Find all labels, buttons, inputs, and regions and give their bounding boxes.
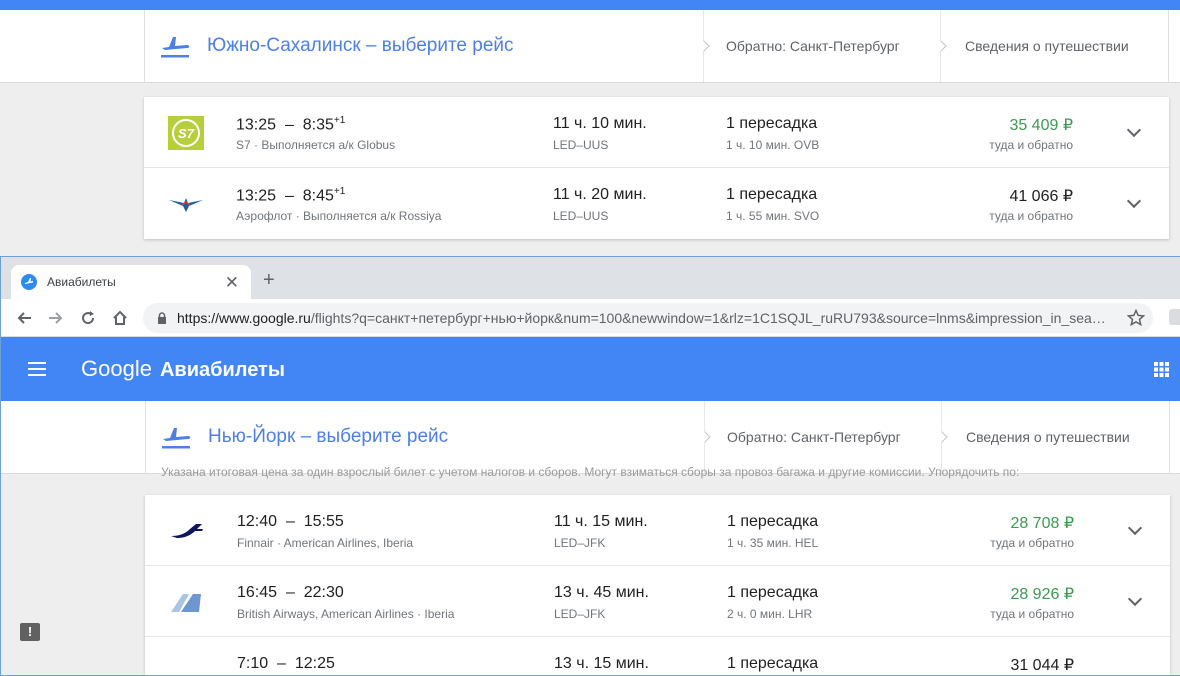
tab-strip: Авиабилеты ✕ + [1, 257, 1180, 299]
expand-chevron-icon[interactable] [1126, 193, 1142, 209]
reload-icon[interactable] [77, 307, 99, 329]
back-step-destination[interactable]: Южно-Сахалинск – выберите рейс [159, 10, 514, 82]
flight-times: 13:25 – 8:35+1 [236, 115, 346, 134]
front-details-label: Сведения о путешествии [966, 429, 1130, 445]
flight-duration: 11 ч. 15 мин. [554, 513, 648, 530]
lock-icon [158, 312, 166, 324]
flight-airline: Аэрофлот · Выполняется а/к Rossiya [236, 209, 442, 223]
chevron-right-icon [699, 431, 711, 443]
flight-row[interactable]: S7 13:25 – 8:35+1 S7 · Выполняется а/к G… [144, 97, 1169, 168]
front-step-return[interactable]: Обратно: Санкт-Петербург [699, 401, 941, 473]
url-text: https://www.google.ru/flights?q=санкт+пе… [177, 310, 1106, 326]
flight-route: LED–UUS [553, 209, 609, 223]
flight-times: 16:45 – 22:30 [237, 584, 344, 601]
back-flight-list: S7 13:25 – 8:35+1 S7 · Выполняется а/к G… [144, 97, 1169, 239]
home-icon[interactable] [109, 307, 131, 329]
tab-flights[interactable]: Авиабилеты ✕ [11, 265, 251, 299]
flight-layover: 1 ч. 10 мин. OVB [726, 138, 820, 152]
front-step-destination[interactable]: Нью-Йорк – выберите рейс [160, 401, 448, 473]
flight-price: 28 926 ₽ [1010, 586, 1074, 603]
flight-layover: 1 ч. 55 мин. SVO [726, 209, 820, 223]
back-return-label: Обратно: Санкт-Петербург [726, 38, 900, 54]
expand-chevron-icon[interactable] [1127, 520, 1143, 536]
flight-stops: 1 пересадка [726, 115, 818, 132]
finnair-logo [167, 513, 207, 549]
menu-icon[interactable] [28, 362, 46, 376]
back-destination-title: Южно-Сахалинск – выберите рейс [207, 35, 514, 56]
front-progress-header: Нью-Йорк – выберите рейс Обратно: Санкт-… [1, 401, 1180, 474]
price-note: туда и обратно [989, 209, 1073, 223]
flight-duration: 11 ч. 10 мин. [553, 115, 647, 132]
british-airways-logo [167, 584, 207, 620]
price-note: туда и обратно [990, 536, 1074, 550]
apps-grid-icon[interactable] [1154, 362, 1169, 377]
new-tab-icon[interactable]: + [263, 269, 275, 292]
back-step-details[interactable]: Сведения о путешествии [935, 10, 1170, 82]
expand-chevron-icon[interactable] [1127, 591, 1143, 607]
aeroflot-logo [166, 186, 206, 222]
front-flight-list: 12:40 – 15:55 Finnair · American Airline… [145, 495, 1170, 675]
browser-window: Авиабилеты ✕ + https://www.google.ru/fli… [0, 256, 1180, 676]
back-step-return[interactable]: Обратно: Санкт-Петербург [698, 10, 940, 82]
flight-times: 12:40 – 15:55 [237, 513, 344, 530]
front-step-details[interactable]: Сведения о путешествии [936, 401, 1171, 473]
close-icon[interactable]: ✕ [225, 273, 239, 293]
expand-chevron-icon[interactable] [1126, 122, 1142, 138]
front-progress-card: Нью-Йорк – выберите рейс Обратно: Санкт-… [145, 401, 1170, 473]
forward-arrow-icon[interactable] [45, 307, 67, 329]
flight-stops: 1 пересадка [727, 513, 819, 530]
app-header: Google Авиабилеты [1, 337, 1180, 401]
price-note: туда и обратно [989, 138, 1073, 152]
tab-title: Авиабилеты [47, 275, 116, 289]
back-progress-header: Южно-Сахалинск – выберите рейс Обратно: … [0, 10, 1180, 83]
background-window-topbar [0, 0, 1180, 10]
chevron-right-icon [698, 40, 710, 52]
back-arrow-icon[interactable] [13, 307, 35, 329]
price-note: туда и обратно [990, 607, 1074, 621]
flight-price: 28 708 ₽ [1010, 515, 1074, 532]
flight-layover: 2 ч. 0 мин. LHR [727, 607, 813, 621]
address-bar[interactable]: https://www.google.ru/flights?q=санкт+пе… [143, 303, 1153, 333]
feedback-icon[interactable]: ! [20, 623, 40, 641]
s7-logo: S7 [166, 115, 206, 151]
flight-price: 41 066 ₽ [1009, 188, 1073, 205]
flight-price: 35 409 ₽ [1009, 117, 1073, 134]
flight-stops: 1 пересадка [727, 655, 819, 672]
flight-route: LED–JFK [554, 607, 606, 621]
price-disclaimer: Указана итоговая цена за один взрослый б… [161, 465, 1020, 479]
front-destination-title: Нью-Йорк – выберите рейс [208, 426, 449, 447]
departure-plane-icon [162, 428, 191, 449]
flight-duration: 11 ч. 20 мин. [553, 186, 647, 203]
departure-plane-icon [161, 37, 190, 58]
flight-airline: British Airways, American Airlines · Ibe… [237, 607, 455, 621]
flight-price: 31 044 ₽ [1010, 657, 1074, 674]
front-return-label: Обратно: Санкт-Петербург [727, 429, 901, 445]
flight-route: LED–UUS [553, 138, 609, 152]
flight-stops: 1 пересадка [727, 584, 819, 601]
app-brand[interactable]: Google Авиабилеты [81, 356, 285, 382]
flight-row[interactable]: 7:10 – 12:25 13 ч. 15 мин. 1 пересадка 3… [145, 637, 1170, 675]
flight-route: LED–JFK [554, 536, 606, 550]
flights-favicon-icon [21, 274, 37, 290]
back-details-label: Сведения о путешествии [965, 38, 1129, 54]
flight-duration: 13 ч. 45 мин. [554, 584, 649, 601]
flight-times: 7:10 – 12:25 [237, 655, 335, 672]
flight-row[interactable]: 13:25 – 8:45+1 Аэрофлот · Выполняется а/… [144, 168, 1169, 239]
browser-toolbar: https://www.google.ru/flights?q=санкт+пе… [1, 299, 1180, 337]
back-progress-card: Южно-Сахалинск – выберите рейс Обратно: … [144, 10, 1169, 82]
flight-duration: 13 ч. 15 мин. [554, 655, 649, 672]
flight-layover: 1 ч. 35 мин. HEL [727, 536, 819, 550]
flight-airline: S7 · Выполняется а/к Globus [236, 138, 396, 152]
extension-icon[interactable] [1169, 309, 1180, 325]
flight-times: 13:25 – 8:45+1 [236, 186, 346, 205]
flight-row[interactable]: 16:45 – 22:30 British Airways, American … [145, 566, 1170, 637]
flight-stops: 1 пересадка [726, 186, 818, 203]
flight-airline: Finnair · American Airlines, Iberia [237, 536, 414, 550]
bookmark-star-icon[interactable] [1127, 309, 1145, 327]
flight-row[interactable]: 12:40 – 15:55 Finnair · American Airline… [145, 495, 1170, 566]
